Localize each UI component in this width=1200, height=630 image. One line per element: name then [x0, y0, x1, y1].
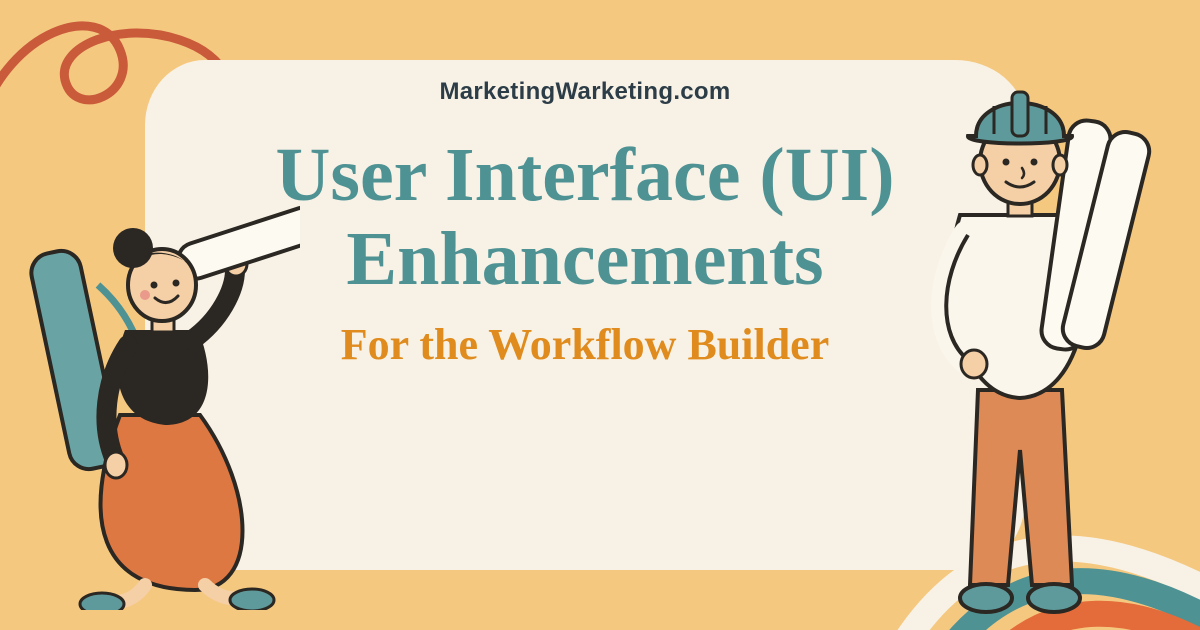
page-title: User Interface (UI) Enhancements — [275, 134, 894, 301]
page-subtitle: For the Workflow Builder — [341, 319, 830, 370]
site-name: MarketingWarketing.com — [439, 78, 730, 106]
content-card: MarketingWarketing.com User Interface (U… — [145, 60, 1025, 570]
